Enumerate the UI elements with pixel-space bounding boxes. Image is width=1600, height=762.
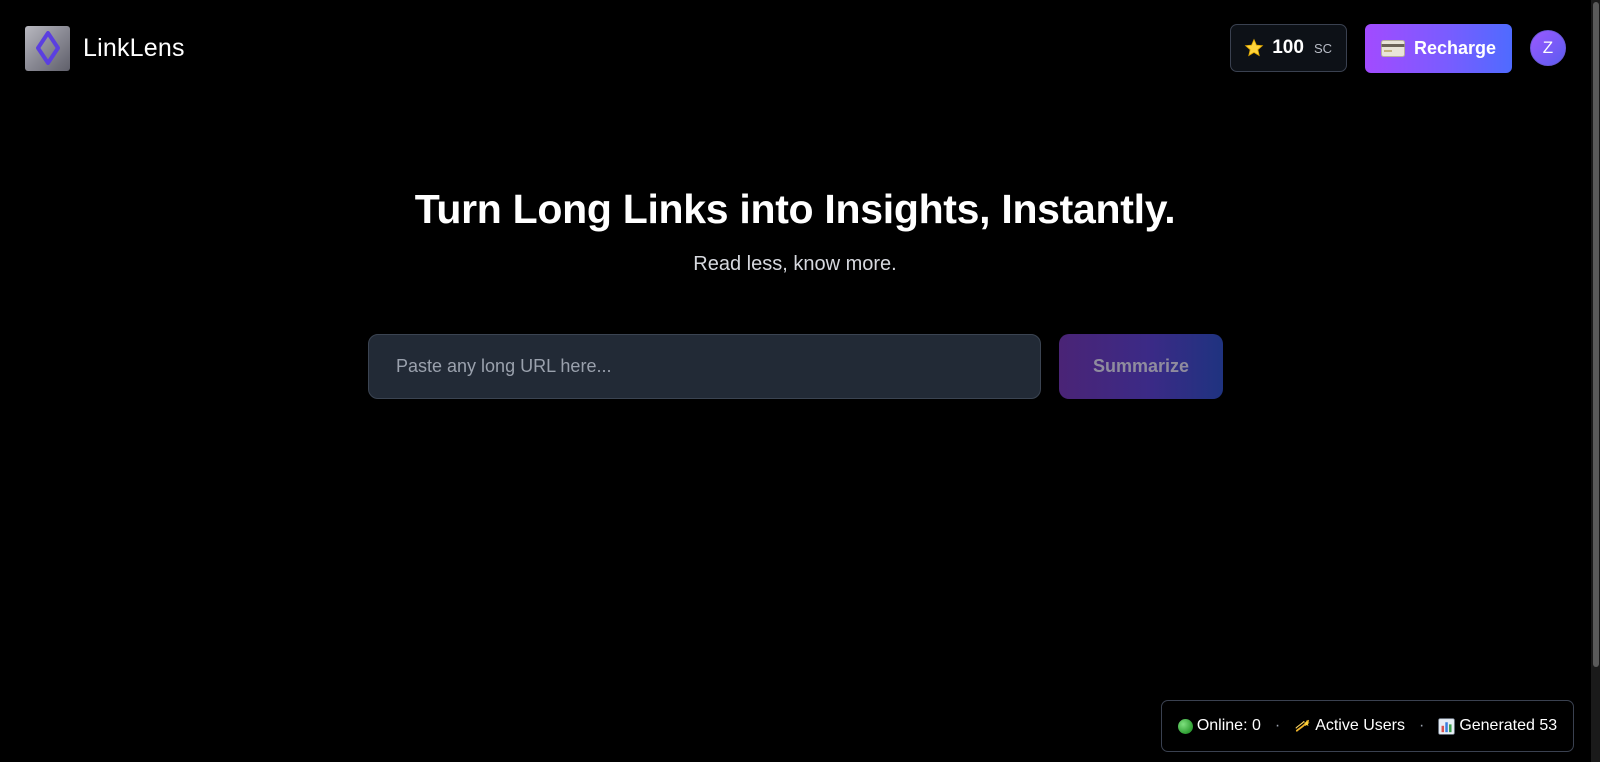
- star-icon: [1244, 38, 1264, 57]
- generated-label: Generated 53: [1459, 717, 1558, 734]
- online-status: Online: 0: [1177, 717, 1261, 735]
- url-input[interactable]: [368, 334, 1041, 399]
- active-users-label: Active Users: [1315, 717, 1405, 734]
- active-users: Active Users: [1294, 717, 1405, 735]
- top-nav: LinkLens 100 SC Recharge Z: [0, 0, 1590, 96]
- credits-badge[interactable]: 100 SC: [1230, 24, 1347, 72]
- hero-title: Turn Long Links into Insights, Instantly…: [414, 186, 1176, 232]
- page: LinkLens 100 SC Recharge Z Turn Long Lin…: [0, 0, 1600, 762]
- hero-subtitle: Read less, know more.: [693, 253, 897, 275]
- status-bar: Online: 0 · Active Users · Generated 53: [1161, 700, 1574, 752]
- header-actions: 100 SC Recharge Z: [1230, 23, 1566, 73]
- scrollbar-thumb[interactable]: [1593, 2, 1599, 667]
- recharge-button[interactable]: Recharge: [1365, 23, 1512, 73]
- credits-value: 100: [1272, 37, 1304, 58]
- online-count: Online: 0: [1196, 717, 1261, 734]
- generated-count: Generated 53: [1438, 717, 1557, 735]
- summarize-button[interactable]: Summarize: [1059, 334, 1223, 399]
- brand[interactable]: LinkLens: [25, 25, 185, 71]
- diamond-logo-icon: [25, 25, 70, 71]
- bar-chart-icon: [1438, 717, 1455, 735]
- credits-unit: SC: [1313, 40, 1332, 56]
- green-dot-icon: [1177, 718, 1193, 734]
- avatar[interactable]: Z: [1530, 30, 1566, 66]
- dizzy-icon: [1295, 719, 1310, 732]
- status-separator: ·: [1418, 717, 1425, 734]
- status-separator: ·: [1274, 717, 1281, 734]
- recharge-label: Recharge: [1413, 37, 1497, 58]
- app-name: LinkLens: [83, 33, 185, 62]
- credit-card-icon: [1380, 39, 1405, 57]
